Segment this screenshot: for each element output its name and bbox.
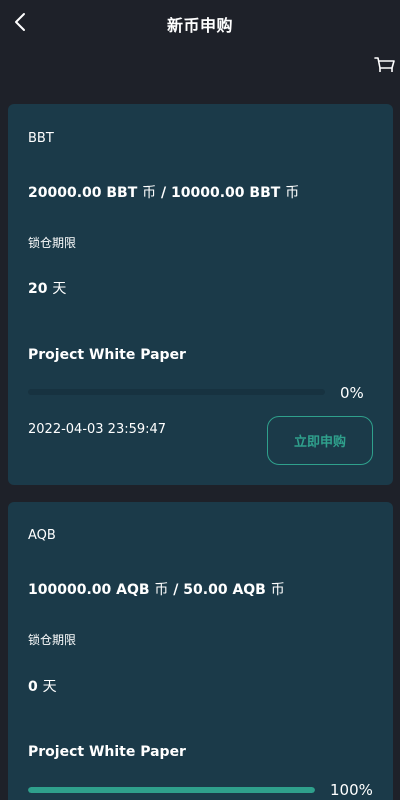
lock-period-label: 锁仓期限 [28, 236, 77, 250]
progress-fill [28, 787, 315, 793]
lock-unit: 天 [42, 679, 57, 695]
amount-total: 20000.00 BBT [28, 185, 138, 201]
amount-unit: 币 [142, 185, 157, 201]
amount-available: 50.00 AQB [183, 582, 266, 598]
progress-bar [28, 787, 315, 793]
amount-unit: 币 [285, 185, 300, 201]
lock-unit: 天 [52, 281, 67, 297]
lock-days: 20 [28, 281, 48, 297]
token-amount: 20000.00 BBT 币 / 10000.00 BBT 币 [28, 182, 299, 202]
header: 新币申购 [0, 0, 400, 48]
lock-days: 0 [28, 679, 38, 695]
page-title: 新币申购 [166, 16, 233, 35]
amount-unit: 币 [270, 582, 285, 598]
lock-period-value: 20 天 [28, 278, 66, 298]
subscribe-button[interactable]: 立即申购 [267, 416, 373, 465]
progress-percent: 0% [340, 384, 364, 402]
cart-button[interactable] [372, 54, 398, 78]
end-date: 2022-04-03 23:59:47 [28, 422, 167, 437]
token-symbol: AQB [28, 528, 56, 543]
token-amount: 100000.00 AQB 币 / 50.00 AQB 币 [28, 579, 285, 599]
lock-period-label: 锁仓期限 [28, 633, 77, 647]
progress-percent: 100% [330, 781, 373, 799]
subscription-card: AQB 100000.00 AQB 币 / 50.00 AQB 币 锁仓期限 0… [8, 502, 393, 800]
cart-icon [374, 57, 395, 72]
amount-available: 10000.00 BBT [171, 185, 281, 201]
white-paper-link[interactable]: Project White Paper [28, 347, 186, 363]
amount-separator: / [156, 185, 172, 201]
amount-separator: / [168, 582, 184, 598]
white-paper-link[interactable]: Project White Paper [28, 744, 186, 760]
token-symbol: BBT [28, 131, 54, 146]
amount-total: 100000.00 AQB [28, 582, 150, 598]
lock-period-value: 0 天 [28, 676, 57, 696]
progress-bar [28, 389, 325, 395]
subscription-card: BBT 20000.00 BBT 币 / 10000.00 BBT 币 锁仓期限… [8, 104, 393, 485]
amount-unit: 币 [154, 582, 169, 598]
